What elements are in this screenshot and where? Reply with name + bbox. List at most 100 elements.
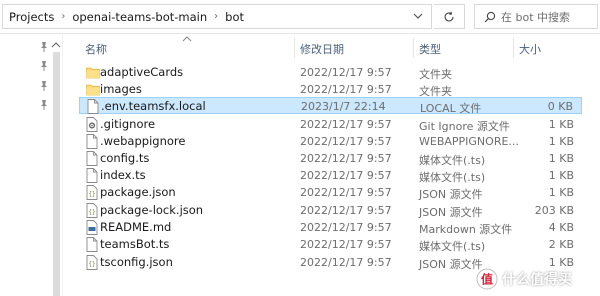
sort-ascending-icon: [182, 36, 192, 42]
file-type: 媒体文件(.ts): [419, 240, 486, 253]
watermark-logo-icon: 值: [476, 268, 498, 290]
file-icon: [86, 151, 98, 166]
file-row[interactable]: .webappignore 2022/12/17 9:57 WEBAPPIGNO…: [79, 133, 582, 150]
file-row[interactable]: README.md 2022/12/17 9:57 Markdown 源文件 4…: [79, 219, 582, 236]
file-type: JSON 源文件: [419, 206, 483, 219]
search-placeholder: 在 bot 中搜索: [501, 10, 571, 24]
file-type: JSON 源文件: [419, 258, 483, 271]
file-name: images: [100, 82, 142, 96]
file-type: 媒体文件(.ts): [419, 171, 486, 184]
file-type: 媒体文件(.ts): [419, 154, 486, 167]
file-name: index.ts: [100, 168, 146, 182]
file-date: 2022/12/17 9:57: [300, 238, 392, 251]
file-icon: [87, 99, 99, 114]
file-name: .webappignore: [100, 134, 186, 148]
file-type: JSON 源文件: [419, 188, 483, 201]
gear-file-icon: [86, 117, 98, 132]
file-row[interactable]: {} package.json 2022/12/17 9:57 JSON 源文件…: [79, 184, 582, 201]
refresh-button[interactable]: [434, 4, 465, 29]
column-divider[interactable]: [513, 38, 514, 58]
file-row[interactable]: adaptiveCards 2022/12/17 9:57 文件夹: [79, 64, 582, 81]
file-date: 2022/12/17 9:57: [300, 152, 392, 165]
search-icon: [484, 11, 496, 22]
file-date: 2022/12/17 9:57: [300, 186, 392, 199]
file-name: README.md: [100, 220, 172, 234]
file-date: 2022/12/17 9:57: [300, 135, 392, 148]
file-name: adaptiveCards: [100, 65, 184, 79]
refresh-icon: [444, 11, 454, 21]
file-date: 2022/12/17 9:57: [300, 221, 392, 234]
markdown-file-icon: [86, 220, 98, 235]
column-divider[interactable]: [294, 38, 295, 58]
json-file-icon: {}: [86, 203, 98, 218]
file-row[interactable]: images 2022/12/17 9:57 文件夹: [79, 81, 582, 98]
file-size: 203 KB: [534, 204, 574, 217]
svg-text:{}: {}: [88, 261, 95, 268]
navigation-pane: [0, 34, 63, 296]
file-name: config.ts: [100, 151, 150, 165]
pin-icon[interactable]: [38, 60, 50, 72]
file-icon: [86, 134, 98, 149]
breadcrumb-projects[interactable]: Projects: [9, 10, 54, 24]
file-date: 2022/12/17 9:57: [300, 169, 392, 182]
file-size: 1 KB: [548, 186, 574, 199]
file-row[interactable]: index.ts 2022/12/17 9:57 媒体文件(.ts) 1 KB: [79, 167, 582, 184]
file-date: 2022/12/17 9:57: [300, 118, 392, 131]
file-icon: [86, 237, 98, 252]
breadcrumb[interactable]: Projects › openai-teams-bot-main › bot: [2, 4, 432, 29]
file-row[interactable]: config.ts 2022/12/17 9:57 媒体文件(.ts) 1 KB: [79, 150, 582, 167]
file-type: Markdown 源文件: [419, 223, 513, 236]
scrollbar[interactable]: [53, 52, 60, 296]
scroll-up-icon[interactable]: [51, 41, 61, 49]
file-row-selected[interactable]: .env.teamsfx.local 2023/1/7 22:14 LOCAL …: [79, 97, 582, 115]
column-divider[interactable]: [413, 38, 414, 58]
json-file-icon: {}: [86, 255, 98, 270]
file-name: package.json: [100, 185, 176, 199]
file-date: 2022/12/17 9:57: [300, 256, 392, 269]
file-type: LOCAL 文件: [420, 102, 482, 115]
folder-icon: [86, 65, 100, 80]
breadcrumb-bot[interactable]: bot: [225, 10, 244, 24]
pin-icon[interactable]: [38, 80, 50, 92]
pin-icon[interactable]: [38, 99, 50, 111]
json-file-icon: {}: [86, 185, 98, 200]
file-date: 2022/12/17 9:57: [300, 83, 392, 96]
file-date: 2022/12/17 9:57: [300, 66, 392, 79]
file-name: tsconfig.json: [100, 255, 173, 269]
file-row[interactable]: teamsBot.ts 2022/12/17 9:57 媒体文件(.ts) 2 …: [79, 236, 582, 253]
file-row[interactable]: {} package-lock.json 2022/12/17 9:57 JSO…: [79, 202, 582, 219]
file-size: 1 KB: [548, 152, 574, 165]
file-size: 1 KB: [548, 135, 574, 148]
file-type: WEBAPPIGNORE...: [419, 135, 519, 148]
watermark-text: 什么值得买: [502, 272, 572, 288]
chevron-right-icon[interactable]: ›: [214, 11, 218, 22]
file-size: 1 KB: [548, 118, 574, 131]
file-type: Git Ignore 源文件: [419, 120, 510, 133]
folder-icon: [86, 82, 100, 97]
file-date: 2023/1/7 22:14: [301, 100, 386, 113]
file-name: .gitignore: [100, 117, 156, 131]
chevron-down-icon[interactable]: [412, 10, 424, 22]
column-header-name[interactable]: 名称: [85, 41, 107, 57]
search-input[interactable]: 在 bot 中搜索: [474, 4, 598, 29]
watermark: 值 什么值得买: [476, 266, 598, 292]
file-name: package-lock.json: [100, 203, 204, 217]
pin-icon[interactable]: [38, 41, 50, 53]
column-header-date[interactable]: 修改日期: [300, 41, 344, 57]
svg-text:值: 值: [481, 272, 493, 287]
file-date: 2022/12/17 9:57: [300, 204, 392, 217]
address-bar: Projects › openai-teams-bot-main › bot 在…: [0, 0, 600, 34]
file-size: 4 KB: [548, 221, 574, 234]
file-name: .env.teamsfx.local: [101, 99, 206, 113]
chevron-right-icon[interactable]: ›: [61, 11, 65, 22]
file-size: 2 KB: [548, 238, 574, 251]
svg-text:{}: {}: [88, 191, 95, 198]
file-row[interactable]: .gitignore 2022/12/17 9:57 Git Ignore 源文…: [79, 116, 582, 133]
file-type: 文件夹: [419, 68, 452, 81]
column-header-type[interactable]: 类型: [419, 41, 441, 57]
file-name: teamsBot.ts: [100, 237, 170, 251]
file-icon: [86, 168, 98, 183]
breadcrumb-openai-teams-bot-main[interactable]: openai-teams-bot-main: [72, 10, 207, 24]
column-header-size[interactable]: 大小: [519, 41, 541, 57]
file-size: 0 KB: [547, 100, 573, 113]
